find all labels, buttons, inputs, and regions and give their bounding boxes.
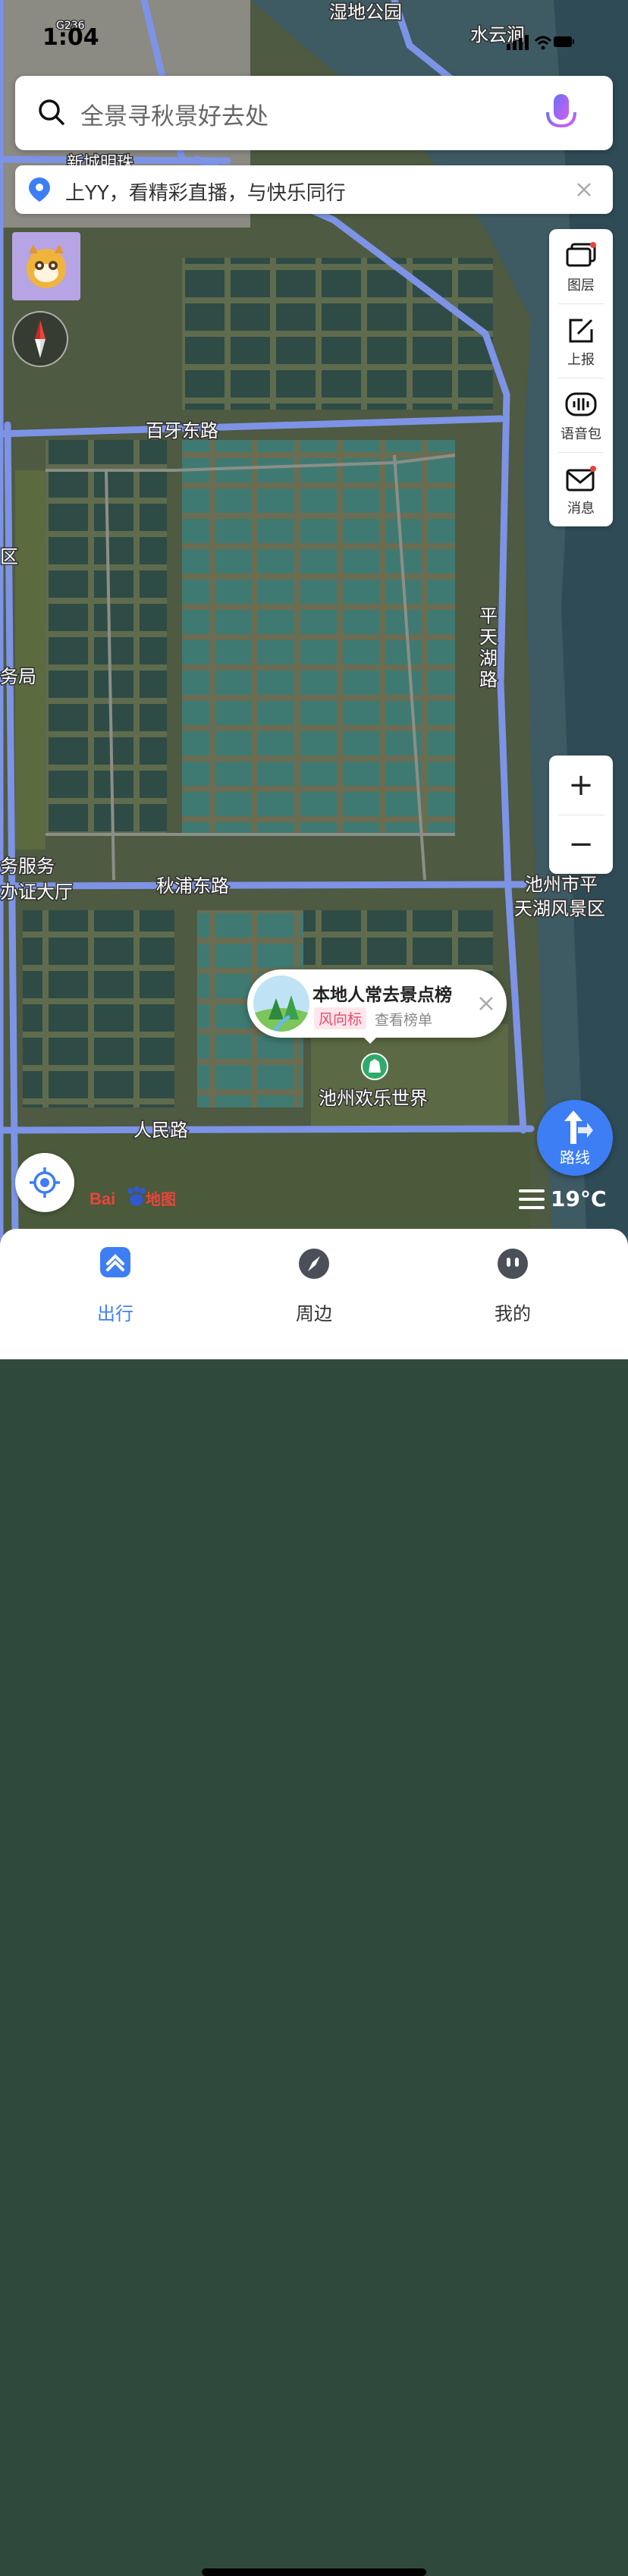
map-label-scenic-area-line2: 天湖风景区 [514,898,605,919]
map-label-amusement-park: 池州欢乐世界 [319,1088,428,1109]
status-icons [507,35,574,50]
report-button[interactable]: 上报 [549,303,613,378]
route-button[interactable]: 路线 [537,1100,613,1176]
amusement-park-marker[interactable] [361,1053,388,1080]
map-label-pingtianhu-road: 平天湖路 [479,605,499,692]
locate-icon [30,1167,60,1198]
paw-icon [127,1186,146,1206]
profile-icon [498,1249,528,1279]
search-icon [39,99,64,125]
map-label-left-wuju: 务局 [0,666,36,687]
mascot-avatar[interactable] [12,232,80,300]
search-bar[interactable]: 全景寻秋景好去处 [15,76,613,150]
travel-icon [100,1247,130,1277]
map-label-qiupu-road: 秋浦东路 [156,875,229,897]
compass-icon [35,320,46,358]
bottom-tab-bar: 出行 周边 我的 [0,1229,628,2576]
battery-icon [554,36,574,47]
status-bar: 1:04 [0,0,628,76]
layers-label: 图层 [567,278,595,294]
scenic-card-title: 本地人常去景点榜 [312,985,452,1005]
voice-pack-icon [565,392,597,416]
route-label: 路线 [560,1148,590,1167]
voice-pack-label: 语音包 [560,426,601,442]
svg-text:平天湖路: 平天湖路 [479,605,498,690]
location-pin-icon [29,177,50,202]
status-time: 1:04 [42,24,99,51]
close-icon[interactable] [575,181,593,199]
search-placeholder[interactable]: 全景寻秋景好去处 [80,97,268,131]
tab-nearby-label: 周边 [296,1303,332,1324]
compass-button[interactable] [12,311,68,367]
messages-button[interactable]: 消息 [549,452,613,526]
report-label: 上报 [567,352,595,368]
notice-text: 上YY，看精彩直播，与快乐同行 [65,182,346,205]
layers-icon [566,242,596,267]
tab-profile[interactable]: 我的 [452,1244,573,1324]
voice-pack-button[interactable]: 语音包 [549,378,613,452]
home-indicator [202,2568,426,2576]
temperature: 19°C [551,1186,607,1211]
map-label-scenic-area-line1: 池州市平 [525,874,598,895]
layers-button[interactable]: 图层 [549,229,613,303]
signal-icon [507,35,529,50]
svg-text:Bai: Bai [89,1189,115,1208]
map-label-renmin-road: 人民路 [133,1120,188,1141]
route-arrow-icon [564,1111,593,1144]
microphone-icon[interactable] [539,91,584,138]
scenic-card-tag: 风向标 [314,1007,367,1029]
message-icon [566,466,596,492]
notice-banner[interactable]: 上YY，看精彩直播，与快乐同行 [15,165,613,214]
map-tools-panel: 图层 上报 语音包 消息 [549,229,613,526]
svg-text:地图: 地图 [146,1190,176,1208]
baidu-map-logo: Bai 地图 [89,1186,176,1208]
nearby-compass-icon [299,1249,329,1279]
scenic-ranking-card[interactable]: 本地人常去景点榜 风向标 查看榜单 [247,969,507,1044]
raccoon-mascot-icon [27,244,66,288]
menu-lines-icon [519,1189,545,1209]
zoom-controls: + − [549,756,613,874]
map-label-left-service-line1: 务服务 [0,856,55,877]
zoom-out-button[interactable]: − [549,815,613,874]
report-icon [569,319,593,343]
map-label-baiya-road: 百牙东路 [146,420,218,441]
zoom-in-button[interactable]: + [549,756,613,815]
messages-label: 消息 [567,501,595,517]
tab-profile-label: 我的 [495,1303,531,1324]
tab-travel[interactable]: 出行 [55,1244,176,1324]
locate-me-button[interactable] [15,1153,74,1212]
map-label-left-service-line2: 办证大厅 [0,881,73,903]
map-label-left-qu: 区 [0,546,18,567]
tab-nearby[interactable]: 周边 [253,1244,375,1324]
close-icon[interactable] [478,995,495,1012]
tab-travel-label: 出行 [97,1303,133,1324]
view-ranking-link[interactable]: 查看榜单 [375,1009,432,1029]
card-pointer [363,1036,378,1044]
scenic-thumbnail [253,975,309,1032]
wifi-icon [534,36,552,50]
